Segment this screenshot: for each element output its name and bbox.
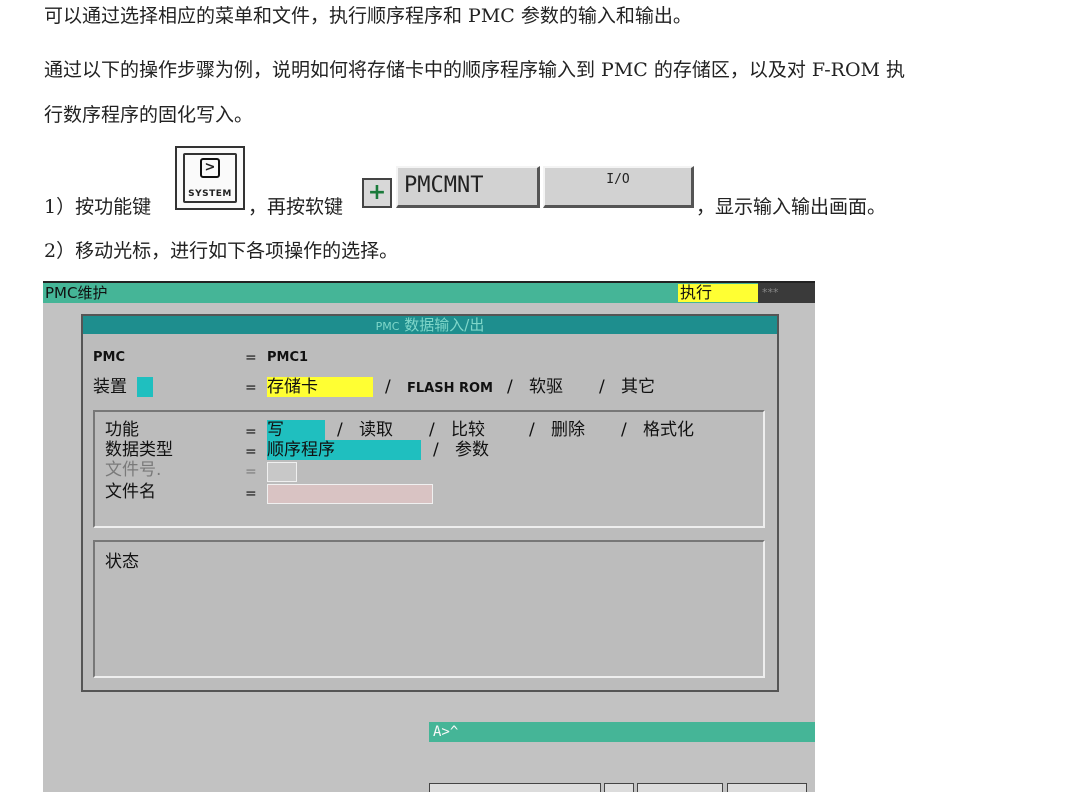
function-label: 功能 <box>105 420 139 440</box>
system-function-key[interactable]: > SYSTEM <box>175 146 245 210</box>
bottom-status-field-4 <box>727 783 807 792</box>
options-box: 功能 = 写 / 读取 / 比较 / 删除 / 格式化 数据类型 = 顺序程序 … <box>93 410 765 528</box>
function-option-write[interactable]: 写 <box>267 420 325 440</box>
filename-field[interactable] <box>267 484 433 504</box>
device-option-flash-rom[interactable]: FLASH ROM <box>407 379 493 399</box>
fileno-field[interactable] <box>267 462 297 482</box>
device-label: 装置 <box>93 377 153 397</box>
datatype-label: 数据类型 <box>105 440 173 460</box>
function-option-compare[interactable]: 比较 <box>451 420 485 440</box>
pmcmnt-softkey[interactable]: PMCMNT <box>396 166 540 208</box>
datatype-option-parameter[interactable]: 参数 <box>455 440 489 460</box>
bottom-status-field-1 <box>429 783 601 792</box>
cnc-screen: PMC维护 执行 *** PMC 数据输入/出 PMC = PMC1 装置 = … <box>43 281 815 792</box>
steps-paragraph-line1: 通过以下的操作步骤为例，说明如何将存储卡中的顺序程序输入到 PMC 的存储区，以… <box>44 59 906 81</box>
intro-paragraph: 可以通过选择相应的菜单和文件，执行顺序程序和 PMC 参数的输入和输出。 <box>44 5 692 27</box>
step-1-text-a: 1）按功能键 <box>44 196 152 218</box>
pmc-label: PMC <box>93 350 126 365</box>
system-icon: > <box>200 158 220 178</box>
step-1-text-c: ，显示输入输出画面。 <box>696 196 887 218</box>
steps-paragraph-line2: 行数序程序的固化写入。 <box>44 104 254 126</box>
pmc-value: PMC1 <box>267 350 309 365</box>
device-option-other[interactable]: 其它 <box>621 377 655 397</box>
plus-softkey[interactable]: + <box>362 178 392 208</box>
command-line[interactable]: A>^ <box>429 722 815 742</box>
io-softkey[interactable]: I/O <box>543 166 694 208</box>
screen-title-bar: PMC维护 执行 *** <box>43 281 815 303</box>
fileno-label: 文件号. <box>105 460 162 480</box>
step-1: 1）按功能键 > SYSTEM ，再按软键 + PMCMNT I/O ，显示输入… <box>44 144 1064 220</box>
status-label: 状态 <box>105 552 139 572</box>
function-option-delete[interactable]: 删除 <box>551 420 585 440</box>
filename-label: 文件名 <box>105 482 156 502</box>
bottom-status-field-3 <box>637 783 723 792</box>
datatype-option-sequence[interactable]: 顺序程序 <box>267 440 421 460</box>
device-option-memory-card[interactable]: 存储卡 <box>267 377 373 397</box>
screen-title: PMC维护 <box>45 284 108 302</box>
pmc-io-panel: PMC 数据输入/出 PMC = PMC1 装置 = 存储卡 / FLASH R… <box>81 314 779 692</box>
device-option-floppy[interactable]: 软驱 <box>529 377 563 397</box>
status-stars: *** <box>758 283 815 303</box>
status-box: 状态 <box>93 540 765 678</box>
function-option-read[interactable]: 读取 <box>359 420 393 440</box>
step-1-text-b: ，再按软键 <box>248 196 344 218</box>
panel-title: PMC 数据输入/出 <box>83 316 777 334</box>
bottom-status-field-2 <box>604 783 634 792</box>
system-key-label: SYSTEM <box>188 189 232 199</box>
function-option-format[interactable]: 格式化 <box>643 420 694 440</box>
exec-status: 执行 <box>678 284 758 302</box>
step-2: 2）移动光标，进行如下各项操作的选择。 <box>44 240 399 262</box>
